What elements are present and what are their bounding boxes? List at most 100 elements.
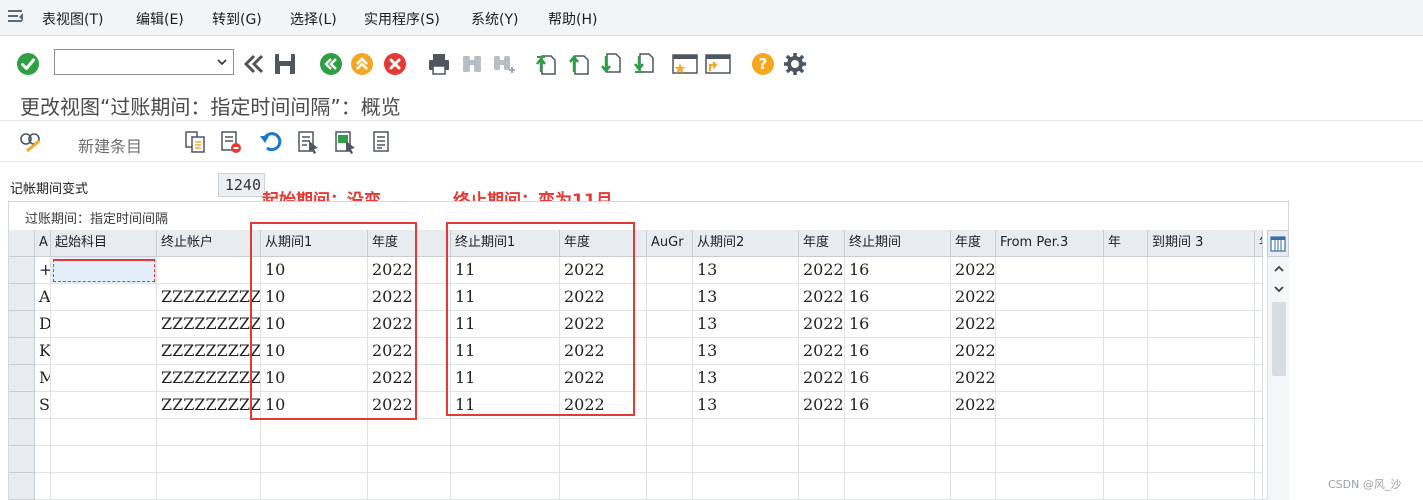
col-year-2-header[interactable]: 年度 (560, 230, 647, 257)
table-cell-to-period-3[interactable] (1148, 365, 1255, 392)
table-cell-to-period-3[interactable] (1148, 473, 1255, 500)
table-cell-to-period-1[interactable]: 11 (451, 392, 560, 419)
table-cell-a[interactable]: M (35, 365, 51, 392)
col-auth-group-header[interactable]: AuGr (647, 230, 693, 257)
table-cell-from-account[interactable] (51, 338, 157, 365)
table-cell-a[interactable]: S (35, 392, 51, 419)
table-cell-year-4[interactable]: 2022 (951, 392, 996, 419)
table-cell-auth-group[interactable] (647, 419, 693, 446)
exit-icon[interactable] (349, 51, 375, 77)
table-cell-from-period-1[interactable] (261, 473, 368, 500)
table-cell-from-period-2[interactable]: 13 (693, 284, 799, 311)
col-from-period-2-header[interactable]: 从期间2 (693, 230, 799, 257)
menu-utilities[interactable]: 实用程序(S) (364, 9, 440, 29)
table-cell-from-account[interactable] (51, 446, 157, 473)
create-session-icon[interactable] (672, 51, 698, 77)
col-year-3-header[interactable]: 年度 (799, 230, 845, 257)
table-cell-year-3[interactable] (799, 446, 845, 473)
table-cell-from-period-1[interactable]: 10 (261, 365, 368, 392)
table-cell-year-2[interactable]: 2022 (560, 257, 647, 284)
table-cell-year-6[interactable] (1255, 257, 1263, 284)
print-icon[interactable] (426, 51, 452, 77)
col-year-6-header[interactable]: 年 (1255, 230, 1263, 257)
command-input[interactable] (57, 52, 207, 72)
col-year-5-header[interactable]: 年 (1104, 230, 1148, 257)
table-cell-to-period-2[interactable]: 16 (845, 392, 951, 419)
back-double-icon[interactable] (241, 51, 267, 77)
table-cell-to-period-3[interactable] (1148, 446, 1255, 473)
table-cell-year-4[interactable]: 2022 (951, 365, 996, 392)
row-selector[interactable] (9, 311, 35, 338)
table-cell-from-period-3[interactable] (996, 284, 1104, 311)
table-cell-year-3[interactable]: 2022 (799, 284, 845, 311)
last-page-icon[interactable] (631, 51, 657, 77)
table-cell-to-period-3[interactable] (1148, 257, 1255, 284)
table-cell-from-period-2[interactable]: 13 (693, 338, 799, 365)
table-cell-to-period-3[interactable] (1148, 419, 1255, 446)
table-cell-year-5[interactable] (1104, 446, 1148, 473)
table-cell-year-3[interactable]: 2022 (799, 311, 845, 338)
table-cell-from-account[interactable] (51, 473, 157, 500)
table-cell-year-1[interactable]: 2022 (368, 311, 451, 338)
table-cell-year-3[interactable]: 2022 (799, 338, 845, 365)
table-cell-to-period-2[interactable] (845, 419, 951, 446)
table-cell-a[interactable] (35, 473, 51, 500)
table-cell-auth-group[interactable] (647, 446, 693, 473)
col-to-period-1-header[interactable]: 终止期间1 (451, 230, 560, 257)
table-cell-year-2[interactable] (560, 446, 647, 473)
table-cell-to-period-2[interactable] (845, 446, 951, 473)
table-cell-to-period-1[interactable]: 11 (451, 257, 560, 284)
shortcut-icon[interactable] (705, 51, 731, 77)
save-icon[interactable] (272, 51, 298, 77)
table-cell-from-period-3[interactable] (996, 446, 1104, 473)
table-cell-year-3[interactable] (799, 419, 845, 446)
table-cell-to-account[interactable] (157, 446, 261, 473)
deselect-all-icon[interactable] (370, 129, 396, 155)
table-cell-auth-group[interactable] (647, 338, 693, 365)
table-cell-to-account[interactable]: ZZZZZZZZZZ (157, 284, 261, 311)
table-cell-auth-group[interactable] (647, 284, 693, 311)
prev-page-icon[interactable] (566, 51, 592, 77)
table-cell-from-account[interactable] (51, 284, 157, 311)
table-cell-a[interactable] (35, 446, 51, 473)
table-cell-a[interactable] (35, 419, 51, 446)
table-cell-auth-group[interactable] (647, 311, 693, 338)
table-cell-from-period-3[interactable] (996, 473, 1104, 500)
table-cell-year-6[interactable] (1255, 311, 1263, 338)
table-cell-year-6[interactable] (1255, 473, 1263, 500)
table-cell-year-3[interactable]: 2022 (799, 392, 845, 419)
col-a-header[interactable]: A (35, 230, 51, 257)
table-cell-from-period-2[interactable] (693, 446, 799, 473)
table-cell-year-1[interactable]: 2022 (368, 284, 451, 311)
table-cell-from-period-2[interactable] (693, 419, 799, 446)
delete-icon[interactable] (218, 129, 244, 155)
table-cell-from-period-3[interactable] (996, 392, 1104, 419)
new-entry-button[interactable]: 新建条目 (78, 133, 142, 157)
back-icon[interactable] (318, 51, 344, 77)
scroll-down-icon[interactable] (1272, 282, 1286, 296)
table-cell-from-period-3[interactable] (996, 338, 1104, 365)
scroll-up-icon[interactable] (1272, 262, 1286, 276)
table-cell-auth-group[interactable] (647, 392, 693, 419)
table-cell-to-account[interactable]: ZZZZZZZZZZ (157, 392, 261, 419)
table-cell-year-5[interactable] (1104, 311, 1148, 338)
table-cell-to-period-2[interactable]: 16 (845, 365, 951, 392)
help-icon[interactable]: ? (750, 51, 776, 77)
table-cell-to-account[interactable] (157, 419, 261, 446)
table-cell-year-1[interactable]: 2022 (368, 338, 451, 365)
cancel-icon[interactable] (382, 51, 408, 77)
copy-icon[interactable] (182, 129, 208, 155)
table-cell-year-2[interactable]: 2022 (560, 284, 647, 311)
row-selector[interactable] (9, 365, 35, 392)
table-cell-from-period-2[interactable]: 13 (693, 365, 799, 392)
table-cell-from-period-1[interactable]: 10 (261, 392, 368, 419)
col-to-period-3-header[interactable]: 到期间 3 (1148, 230, 1255, 257)
table-cell-year-1[interactable]: 2022 (368, 392, 451, 419)
table-cell-from-period-2[interactable]: 13 (693, 257, 799, 284)
table-cell-year-5[interactable] (1104, 284, 1148, 311)
col-from-period-1-header[interactable]: 从期间1 (261, 230, 368, 257)
column-settings-icon[interactable] (1267, 230, 1289, 257)
menu-edit[interactable]: 编辑(E) (136, 9, 184, 29)
chevron-down-icon[interactable] (217, 58, 227, 66)
table-cell-from-account[interactable] (51, 311, 157, 338)
